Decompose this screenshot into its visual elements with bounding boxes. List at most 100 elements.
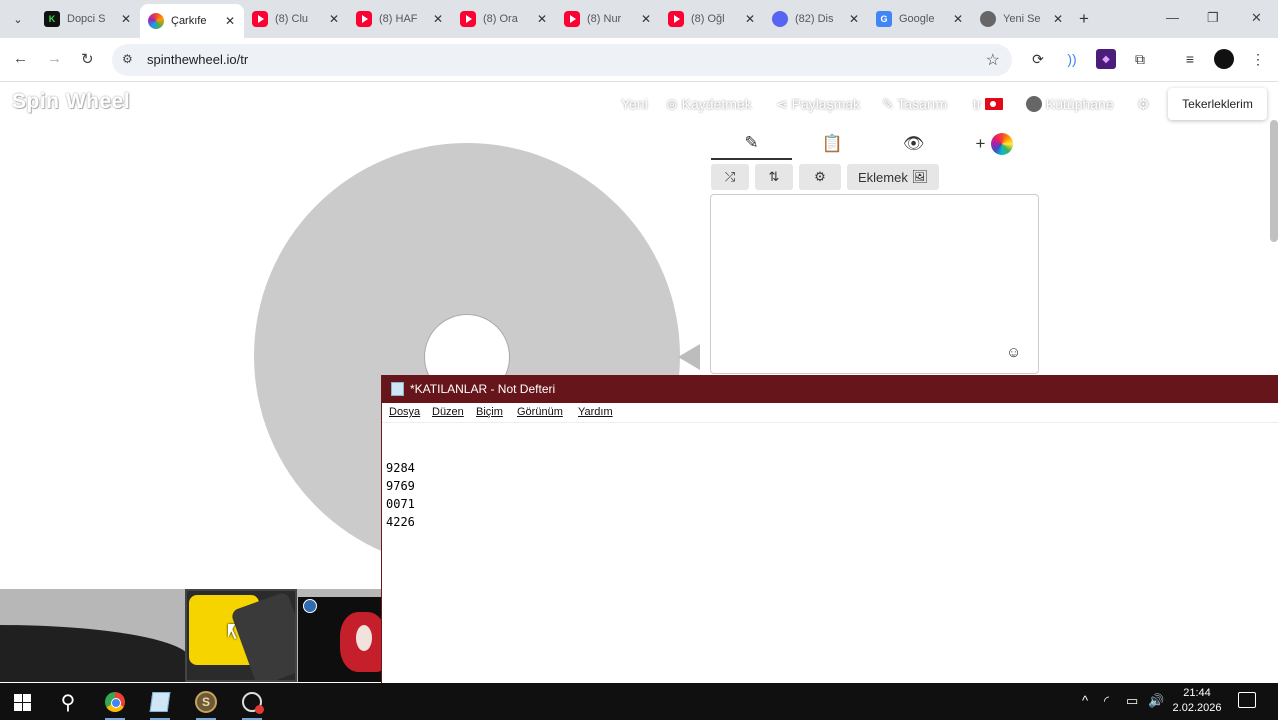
clock-time: 21:44 [1183, 687, 1211, 699]
purple-extension-icon[interactable]: ◆ [1096, 49, 1116, 69]
restore-icon[interactable]: ❐ [1207, 10, 1219, 26]
nav-language[interactable]: tr [973, 96, 1004, 112]
emoji-icon[interactable]: ☺ [1006, 344, 1021, 361]
window-thumbnail[interactable] [298, 597, 381, 682]
chrome-icon [105, 692, 125, 712]
back-icon[interactable]: ← [13, 50, 28, 67]
browser-tab[interactable]: (82) Dis ✕ [764, 6, 868, 32]
new-tab-icon[interactable]: + [1079, 9, 1089, 29]
close-tab-icon[interactable]: ✕ [534, 12, 550, 26]
nav-share[interactable]: ⋖ Paylaşmak [776, 96, 860, 113]
browser-tab[interactable]: (8) HAF ✕ [348, 6, 452, 32]
url-text[interactable]: spinthewheel.io/tr [147, 52, 248, 67]
reload-icon[interactable]: ↻ [81, 50, 94, 68]
menu-edit[interactable]: Düzen [432, 406, 464, 418]
discord-icon [772, 11, 788, 27]
results-tab-clipboard-icon[interactable]: 📋 [792, 128, 873, 160]
window-thumbnail[interactable] [185, 589, 297, 682]
start-button[interactable] [10, 690, 34, 714]
close-tab-icon[interactable]: ✕ [742, 12, 758, 26]
notepad-text-area[interactable]: 9284 9769 0071 4226 [386, 459, 415, 531]
menu-view[interactable]: Görünüm [517, 406, 563, 418]
browser-tab[interactable]: K Dopci S ✕ [36, 6, 140, 32]
wifi-extension-icon[interactable]: )) [1062, 49, 1082, 69]
profile-avatar[interactable] [1214, 49, 1234, 69]
volume-icon[interactable]: 🔊 [1148, 693, 1164, 709]
youtube-icon [460, 11, 476, 27]
clock-date: 2.02.2026 [1172, 702, 1222, 714]
nav-new[interactable]: Yeni [621, 96, 648, 112]
entries-textarea[interactable] [710, 194, 1039, 374]
browser-tab[interactable]: (8) Nur ✕ [556, 6, 660, 32]
add-image-button[interactable]: Eklemek 🖼 [847, 164, 939, 190]
text-line: 9284 [386, 461, 415, 475]
browser-tab[interactable]: (8) Oğl ✕ [660, 6, 764, 32]
hidden-tab-eye-off-icon[interactable]: 👁 [873, 128, 954, 160]
notification-icon[interactable] [1238, 692, 1256, 708]
chrome-icon [980, 11, 996, 27]
taskbar-notepad[interactable] [148, 690, 172, 720]
media-control-icon[interactable]: ≡ [1180, 49, 1200, 69]
notepad-titlebar[interactable]: *KATILANLAR - Not Defteri [382, 375, 1278, 403]
chevron-up-icon[interactable]: ^ [1082, 693, 1088, 708]
battery-icon[interactable]: ▭ [1126, 693, 1138, 709]
shield-badge-icon [303, 599, 317, 613]
browser-menu-icon[interactable]: ⋮ [1248, 49, 1268, 69]
system-clock[interactable]: 21:44 2.02.2026 [1166, 686, 1228, 716]
browser-tab[interactable]: Yeni Se ✕ [972, 6, 1072, 32]
taskbar-preview-area [0, 589, 381, 682]
browser-tab-active[interactable]: Çarkıfe ✕ [140, 4, 244, 38]
thumbnail-image [356, 625, 372, 651]
minimize-icon[interactable]: — [1166, 10, 1179, 25]
close-tab-icon[interactable]: ✕ [118, 12, 134, 26]
youtube-icon [668, 11, 684, 27]
sync-extension-icon[interactable]: ⟳ [1028, 49, 1048, 69]
spin-wheel-logo[interactable]: Spin Wheel [12, 90, 130, 114]
nav-library[interactable]: Kütüphane [1026, 96, 1114, 112]
notepad-title: *KATILANLAR - Not Defteri [410, 382, 556, 396]
site-settings-icon[interactable]: ⚙ [122, 52, 133, 66]
turkey-flag-icon [985, 98, 1004, 110]
browser-tab[interactable]: G Google ✕ [868, 6, 972, 32]
close-tab-icon[interactable]: ✕ [950, 12, 966, 26]
settings-gear-icon[interactable]: ⚙ [1137, 96, 1150, 113]
menu-file[interactable]: Dosya [389, 406, 420, 418]
edit-tab-pencil-icon[interactable]: ✎ [711, 128, 792, 160]
taskbar-app[interactable] [240, 690, 264, 720]
close-tab-icon[interactable]: ✕ [1050, 12, 1066, 26]
browser-tab[interactable]: (8) Clu ✕ [244, 6, 348, 32]
page-scrollbar[interactable] [1270, 120, 1278, 242]
taskbar-app-s[interactable]: S [194, 690, 218, 720]
nav-design[interactable]: ✎ Tasarım [882, 96, 947, 113]
entry-settings-button[interactable]: ⚙ [799, 164, 841, 190]
nav-save[interactable]: ⊚ Kaydetmek [666, 96, 752, 113]
close-tab-icon[interactable]: ✕ [638, 12, 654, 26]
close-tab-icon[interactable]: ✕ [326, 12, 342, 26]
notepad-window: *KATILANLAR - Not Defteri Dosya Düzen Bi… [381, 375, 1278, 685]
close-tab-icon[interactable]: ✕ [222, 14, 238, 28]
notepad-icon [149, 692, 171, 712]
close-window-icon[interactable]: ✕ [1251, 10, 1262, 26]
windows-logo-icon [13, 693, 31, 711]
tab-search-icon[interactable]: ⌄ [8, 9, 28, 29]
menu-help[interactable]: Yardım [578, 406, 613, 418]
sort-button[interactable]: ⇅ [755, 164, 793, 190]
my-wheels-button[interactable]: Tekerleklerim [1168, 88, 1267, 120]
entries-tab-bar: ✎ 📋 👁 + [711, 128, 1037, 160]
forward-icon[interactable]: → [47, 50, 62, 67]
browser-tab[interactable]: (8) Ora ✕ [452, 6, 556, 32]
add-color-tab[interactable]: + [954, 128, 1035, 160]
notepad-icon [391, 382, 404, 396]
menu-format[interactable]: Biçim [476, 406, 503, 418]
close-tab-icon[interactable]: ✕ [430, 12, 446, 26]
search-icon[interactable]: ⚲ [56, 690, 80, 714]
shuffle-button[interactable]: ⤮ [711, 164, 749, 190]
address-bar[interactable]: ⚙ spinthewheel.io/tr ☆ [112, 44, 1012, 76]
taskbar-chrome[interactable] [103, 690, 127, 720]
pencil-icon: ✎ [882, 96, 894, 112]
windows-taskbar: ⚲ S ^ ◜ ▭ 🔊 21:44 2.02.2026 [0, 683, 1278, 720]
bookmark-star-icon[interactable]: ☆ [986, 50, 1000, 70]
extensions-puzzle-icon[interactable]: ⧉ [1130, 49, 1150, 69]
network-icon[interactable]: ◜ [1104, 693, 1109, 709]
close-tab-icon[interactable]: ✕ [846, 12, 862, 26]
